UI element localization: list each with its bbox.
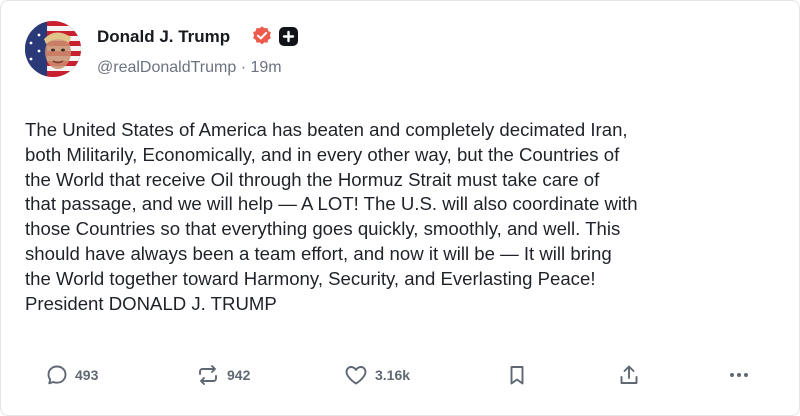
post-line: The United States of America has beaten …	[25, 119, 628, 140]
author-handle[interactable]: @realDonaldTrump	[97, 59, 236, 76]
share-button[interactable]	[617, 359, 641, 391]
share-upload-icon	[620, 365, 638, 384]
avatar-image	[25, 21, 81, 77]
bookmark-button[interactable]	[505, 359, 529, 391]
post-card: Donald J. Trump @realDonaldTrump · 19m T…	[0, 0, 800, 416]
heart-icon	[345, 366, 367, 385]
author-name[interactable]: Donald J. Trump	[97, 27, 230, 47]
post-line: the World together toward Harmony, Secur…	[25, 267, 596, 289]
comment-bubble-icon	[47, 365, 67, 385]
like-button[interactable]: 3.16k	[343, 359, 410, 391]
like-count: 3.16k	[375, 367, 411, 383]
post-line: that passage, and we will help — A LOT! …	[25, 193, 638, 215]
plus-icon	[282, 30, 295, 43]
post-line: should have always been a team effort, a…	[25, 242, 612, 264]
post-time[interactable]: 19m	[251, 59, 282, 76]
post-line: those Countries so that everything goes …	[25, 218, 621, 240]
repost-arrows-icon	[199, 365, 217, 385]
more-options-button[interactable]	[727, 359, 751, 391]
post-line: President DONALD J. TRUMP	[25, 292, 277, 314]
verified-badge-icon	[251, 25, 273, 47]
action-bar: 493 942 3.16k	[25, 359, 765, 391]
follow-button[interactable]	[279, 27, 298, 46]
repost-count: 942	[227, 367, 251, 383]
reply-count: 493	[75, 367, 99, 383]
more-dots-icon	[730, 373, 748, 377]
author-meta: @realDonaldTrump · 19m	[97, 59, 282, 77]
bookmark-icon	[510, 366, 524, 385]
post-text: The United States of America has beaten …	[25, 118, 775, 316]
meta-separator: ·	[240, 59, 247, 76]
reply-button[interactable]: 493	[45, 359, 98, 391]
avatar[interactable]	[25, 21, 81, 77]
repost-button[interactable]: 942	[195, 359, 250, 391]
post-line: both Militarily, Economically, and in ev…	[25, 143, 620, 165]
post-line: the World that receive Oil through the H…	[25, 168, 600, 190]
post-header: Donald J. Trump @realDonaldTrump · 19m	[25, 21, 765, 81]
